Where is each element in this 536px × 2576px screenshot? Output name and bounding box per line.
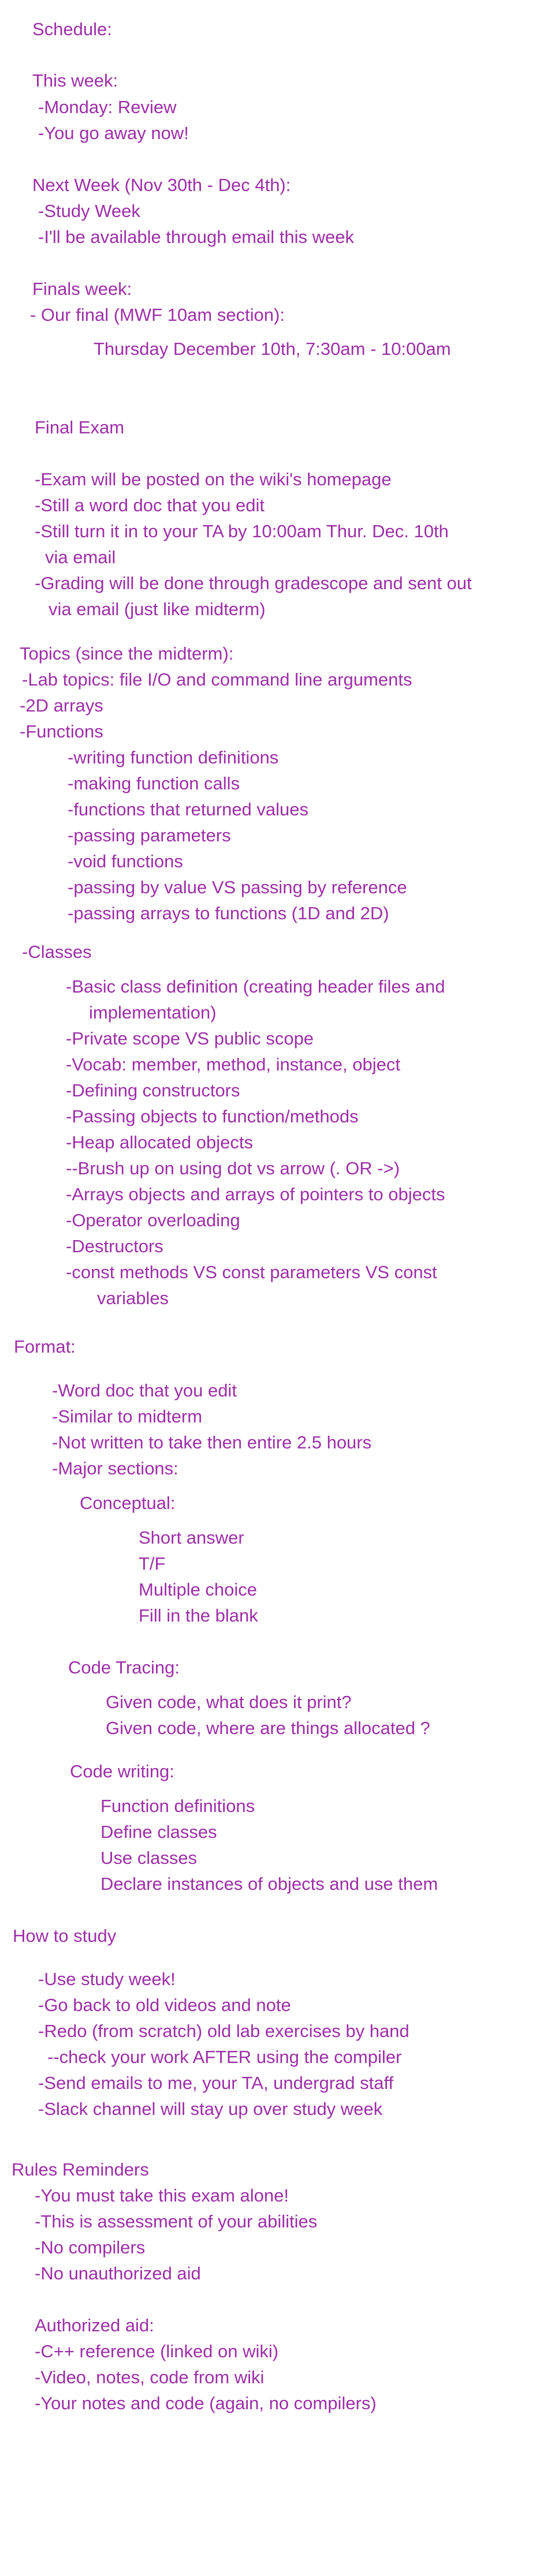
format-item: -Major sections: <box>52 1458 178 1478</box>
how-to-study-item: -Go back to old videos and note <box>38 1995 291 2015</box>
classes-item: implementation) <box>89 1002 217 1023</box>
classes-item: -Passing objects to function/methods <box>66 1106 359 1126</box>
functions-item: -making function calls <box>68 773 240 793</box>
how-to-study-item: -Send emails to me, your TA, undergrad s… <box>38 2073 394 2093</box>
authorized-aid-heading: Authorized aid: <box>35 2315 154 2335</box>
conceptual-item: T/F <box>139 1553 166 1574</box>
functions-item: -void functions <box>68 851 183 871</box>
final-exam-title: Final Exam <box>35 417 125 437</box>
next-week-heading: Next Week (Nov 30th - Dec 4th): <box>32 175 291 195</box>
classes-item: --Brush up on using dot vs arrow (. OR -… <box>66 1158 400 1178</box>
code-tracing-heading: Code Tracing: <box>68 1657 180 1678</box>
finals-week-item: - Our final (MWF 10am section): <box>30 305 285 325</box>
classes-item: -Operator overloading <box>66 1210 240 1230</box>
functions-item: -passing arrays to functions (1D and 2D) <box>68 903 389 923</box>
how-to-study-title: How to study <box>13 1926 117 1946</box>
rules-item: -You must take this exam alone! <box>35 2185 289 2206</box>
final-exam-item: -Exam will be posted on the wiki's homep… <box>35 469 392 489</box>
code-writing-item: Define classes <box>100 1822 217 1842</box>
conceptual-heading: Conceptual: <box>80 1493 176 1513</box>
code-writing-item: Use classes <box>100 1848 198 1868</box>
rules-title: Rules Reminders <box>12 2159 149 2180</box>
functions-item: -writing function definitions <box>68 747 279 767</box>
classes-item: -Private scope VS public scope <box>66 1028 314 1049</box>
rules-item: -This is assessment of your abilities <box>35 2211 318 2231</box>
code-writing-item: Declare instances of objects and use the… <box>100 1874 438 1894</box>
final-exam-item: via email (just like midterm) <box>49 599 266 619</box>
code-writing-heading: Code writing: <box>70 1761 174 1781</box>
topics-2d-arrays-item: -2D arrays <box>20 695 103 716</box>
authorized-aid-item: -Your notes and code (again, no compiler… <box>35 2393 377 2413</box>
functions-item: -passing by value VS passing by referenc… <box>68 877 407 897</box>
this-week-item: -You go away now! <box>38 123 189 143</box>
classes-item: -Vocab: member, method, instance, object <box>66 1054 400 1074</box>
how-to-study-item: --check your work AFTER using the compil… <box>47 2047 402 2067</box>
classes-item: variables <box>97 1288 169 1308</box>
notes-document: Schedule: This week: -Monday: Review -Yo… <box>0 0 536 2576</box>
conceptual-item: Short answer <box>139 1527 244 1548</box>
final-exam-item: -Grading will be done through gradescope… <box>35 573 472 593</box>
how-to-study-item: -Use study week! <box>38 1969 176 1989</box>
schedule-title: Schedule: <box>32 19 112 39</box>
authorized-aid-item: -Video, notes, code from wiki <box>35 2367 265 2387</box>
this-week-item: -Monday: Review <box>38 97 177 117</box>
code-tracing-item: Given code, where are things allocated ? <box>106 1718 430 1738</box>
rules-item: -No unauthorized aid <box>35 2263 201 2283</box>
how-to-study-item: -Slack channel will stay up over study w… <box>38 2099 383 2119</box>
classes-item: -Basic class definition (creating header… <box>66 976 445 997</box>
this-week-heading: This week: <box>32 70 118 91</box>
code-writing-item: Function definitions <box>100 1796 255 1816</box>
next-week-item: -I'll be available through email this we… <box>38 227 354 247</box>
functions-item: -passing parameters <box>68 825 231 845</box>
topics-title: Topics (since the midterm): <box>20 643 234 664</box>
format-item: -Word doc that you edit <box>52 1380 237 1401</box>
code-tracing-item: Given code, what does it print? <box>106 1692 352 1712</box>
conceptual-item: Multiple choice <box>139 1579 258 1600</box>
authorized-aid-item: -C++ reference (linked on wiki) <box>35 2341 279 2361</box>
classes-item: -Destructors <box>66 1236 163 1256</box>
rules-item: -No compilers <box>35 2237 146 2257</box>
classes-item: -Defining constructors <box>66 1080 240 1100</box>
topics-lab-item: -Lab topics: file I/O and command line a… <box>22 669 412 690</box>
topics-functions-heading: -Functions <box>20 721 103 742</box>
final-exam-item: -Still turn it in to your TA by 10:00am … <box>35 521 449 541</box>
final-exam-item: -Still a word doc that you edit <box>35 495 265 515</box>
final-exam-date: Thursday December 10th, 7:30am - 10:00am <box>94 339 451 359</box>
next-week-item: -Study Week <box>38 201 140 221</box>
finals-week-heading: Finals week: <box>32 279 132 299</box>
how-to-study-item: -Redo (from scratch) old lab exercises b… <box>38 2021 410 2041</box>
classes-item: -const methods VS const parameters VS co… <box>66 1262 437 1282</box>
format-item: -Similar to midterm <box>52 1406 203 1426</box>
topics-classes-heading: -Classes <box>22 942 92 962</box>
classes-item: -Arrays objects and arrays of pointers t… <box>66 1184 445 1204</box>
functions-item: -functions that returned values <box>68 799 309 819</box>
final-exam-item: via email <box>45 547 116 567</box>
classes-item: -Heap allocated objects <box>66 1132 253 1152</box>
conceptual-item: Fill in the blank <box>139 1605 258 1626</box>
format-item: -Not written to take then entire 2.5 hou… <box>52 1432 372 1452</box>
format-title: Format: <box>14 1336 76 1357</box>
